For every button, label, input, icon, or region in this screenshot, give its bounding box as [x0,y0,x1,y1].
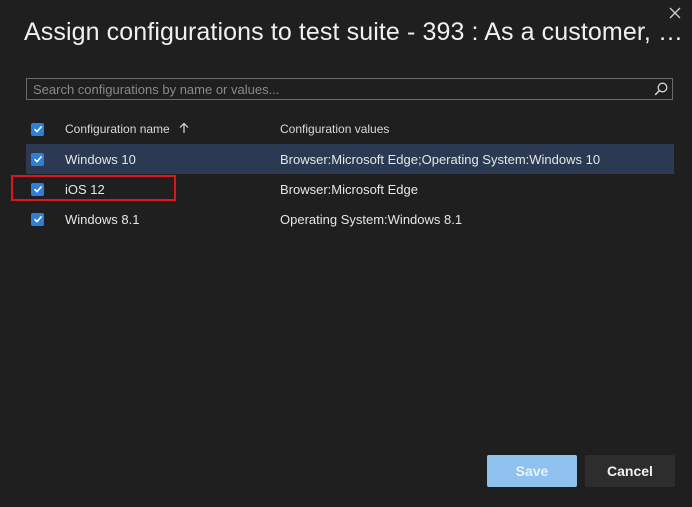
search-input[interactable] [27,79,650,99]
configuration-values: Browser:Microsoft Edge [280,181,418,197]
column-header-name[interactable]: Configuration name [65,122,189,137]
arrow-up-icon [179,122,189,137]
dialog-title: Assign configurations to test suite - 39… [24,18,684,46]
configuration-values: Operating System:Windows 8.1 [280,211,463,227]
configuration-values: Browser:Microsoft Edge;Operating System:… [280,151,601,167]
cancel-button[interactable]: Cancel [585,455,675,487]
table-row[interactable]: Windows 10 Browser:Microsoft Edge;Operat… [26,144,674,174]
configuration-name: Windows 8.1 [65,211,140,227]
configuration-name: iOS 12 [65,181,105,197]
select-all-checkbox[interactable] [31,122,44,136]
search-box [26,78,673,100]
table-row[interactable]: Windows 8.1 Operating System:Windows 8.1 [26,204,674,234]
column-header-values[interactable]: Configuration values [280,122,389,136]
save-button[interactable]: Save [487,455,577,487]
search-icon[interactable] [650,79,672,99]
configurations-table: Configuration name Configuration values … [26,114,674,234]
assign-configurations-dialog: Assign configurations to test suite - 39… [0,0,692,507]
configuration-name: Windows 10 [65,151,136,167]
table-header: Configuration name Configuration values [26,114,674,144]
row-checkbox[interactable] [31,212,44,226]
table-row[interactable]: iOS 12 Browser:Microsoft Edge [26,174,674,204]
row-checkbox[interactable] [31,152,44,166]
row-checkbox[interactable] [31,182,44,196]
